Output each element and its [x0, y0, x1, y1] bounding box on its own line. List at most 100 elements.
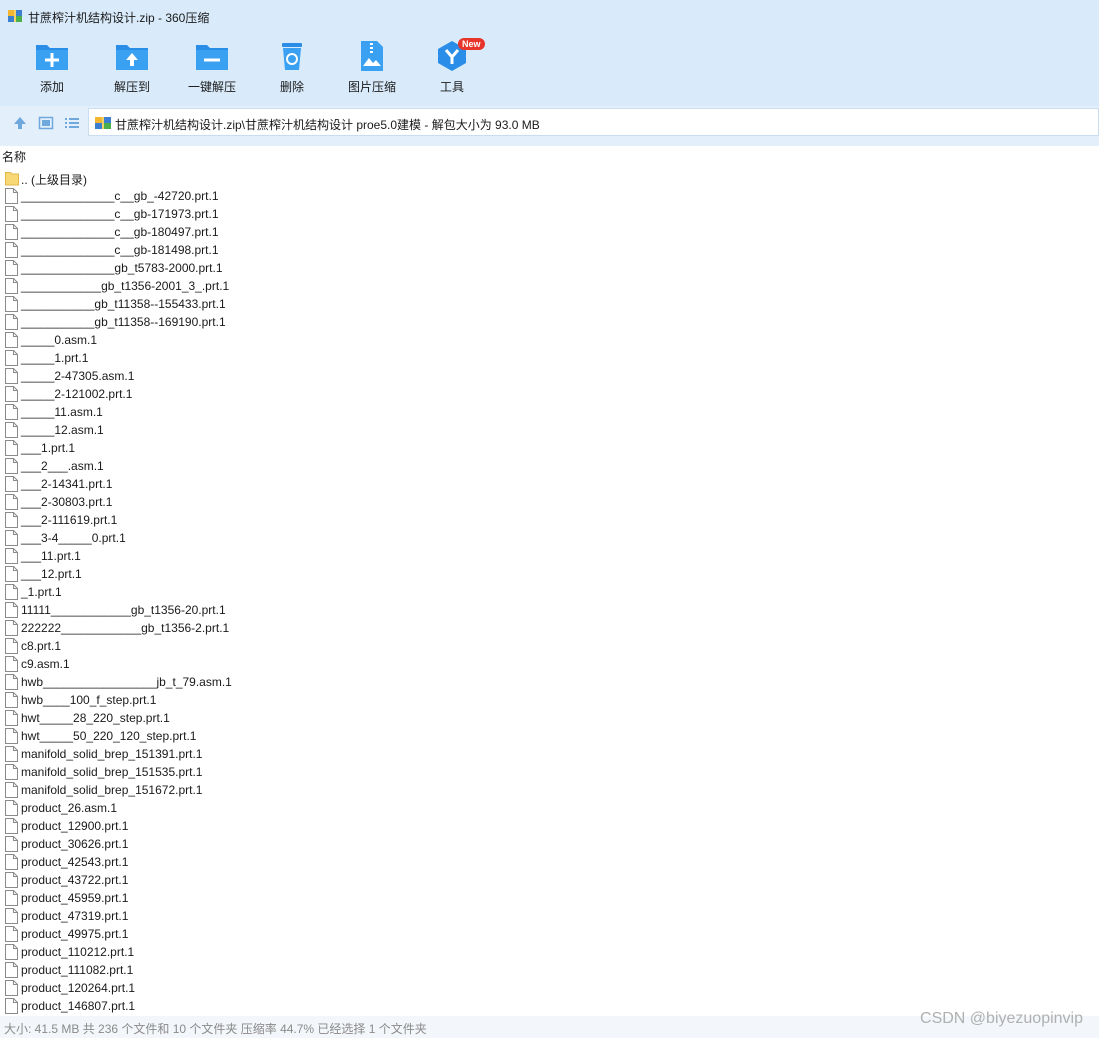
one-click-extract-button[interactable]: 一键解压 — [172, 40, 252, 102]
thumbnail-view-icon[interactable] — [38, 115, 54, 131]
file-row[interactable]: ______________c__gb_-42720.prt.1 — [0, 187, 1099, 205]
extract-to-button[interactable]: 解压到 — [92, 40, 172, 102]
file-row[interactable]: _____0.asm.1 — [0, 331, 1099, 349]
file-row[interactable]: product_110212.prt.1 — [0, 943, 1099, 961]
delete-button[interactable]: 删除 — [252, 40, 332, 102]
file-icon — [5, 566, 18, 582]
file-row[interactable]: ___2___.asm.1 — [0, 457, 1099, 475]
file-name: product_26.asm.1 — [21, 801, 118, 815]
file-icon — [5, 422, 18, 438]
file-row[interactable]: ___________gb_t11358--155433.prt.1 — [0, 295, 1099, 313]
file-row[interactable]: ___2-111619.prt.1 — [0, 511, 1099, 529]
file-name: ______________c__gb-171973.prt.1 — [21, 207, 219, 221]
file-row[interactable]: product_42543.prt.1 — [0, 853, 1099, 871]
column-header-label: 名称 — [2, 150, 27, 164]
file-row[interactable]: _____11.asm.1 — [0, 403, 1099, 421]
file-row[interactable]: product_120264.prt.1 — [0, 979, 1099, 997]
file-row[interactable]: product_111082.prt.1 — [0, 961, 1099, 979]
file-row[interactable]: hwt_____50_220_120_step.prt.1 — [0, 727, 1099, 745]
file-row[interactable]: ___3-4_____0.prt.1 — [0, 529, 1099, 547]
file-row[interactable]: hwt_____28_220_step.prt.1 — [0, 709, 1099, 727]
add-icon — [36, 45, 68, 70]
status-bar: 大小: 41.5 MB 共 236 个文件和 10 个文件夹 压缩率 44.7%… — [0, 1010, 1099, 1038]
file-name: hwt_____50_220_120_step.prt.1 — [21, 729, 197, 743]
file-row[interactable]: ___11.prt.1 — [0, 547, 1099, 565]
extract-to-icon — [116, 45, 148, 70]
file-name: product_12900.prt.1 — [21, 819, 129, 833]
file-row[interactable]: 11111____________gb_t1356-20.prt.1 — [0, 601, 1099, 619]
file-name: product_111082.prt.1 — [21, 963, 134, 977]
file-row[interactable]: _____2-47305.asm.1 — [0, 367, 1099, 385]
file-name: ___2-14341.prt.1 — [21, 477, 113, 491]
file-icon — [5, 494, 18, 510]
file-row[interactable]: product_47319.prt.1 — [0, 907, 1099, 925]
file-icon — [5, 512, 18, 528]
address-bar[interactable]: 甘蔗榨汁机结构设计.zip\甘蔗榨汁机结构设计 proe5.0建模 - 解包大小… — [88, 108, 1099, 136]
address-path: 甘蔗榨汁机结构设计.zip\甘蔗榨汁机结构设计 proe5.0建模 - 解包大小… — [115, 118, 540, 132]
file-icon — [5, 692, 18, 708]
file-row[interactable]: ______________c__gb-181498.prt.1 — [0, 241, 1099, 259]
file-row[interactable]: _____12.asm.1 — [0, 421, 1099, 439]
file-row[interactable]: manifold_solid_brep_151535.prt.1 — [0, 763, 1099, 781]
up-arrow-icon[interactable] — [12, 115, 28, 131]
file-name: ______________gb_t5783-2000.prt.1 — [21, 261, 223, 275]
file-icon — [5, 818, 18, 834]
file-row[interactable]: ____________gb_t1356-2001_3_.prt.1 — [0, 277, 1099, 295]
file-row[interactable]: c8.prt.1 — [0, 637, 1099, 655]
file-name: product_120264.prt.1 — [21, 981, 136, 995]
file-name: c9.asm.1 — [21, 657, 70, 671]
zip-archive-icon — [8, 10, 22, 22]
file-row[interactable]: ___1.prt.1 — [0, 439, 1099, 457]
file-icon — [5, 746, 18, 762]
file-row[interactable]: product_43722.prt.1 — [0, 871, 1099, 889]
file-row[interactable]: ______________gb_t5783-2000.prt.1 — [0, 259, 1099, 277]
file-icon — [5, 710, 18, 726]
file-row[interactable]: _____1.prt.1 — [0, 349, 1099, 367]
file-row[interactable]: ___2-30803.prt.1 — [0, 493, 1099, 511]
file-icon — [5, 962, 18, 978]
file-icon — [5, 332, 18, 348]
folder-icon — [5, 172, 19, 186]
file-row[interactable]: ______________c__gb-180497.prt.1 — [0, 223, 1099, 241]
column-header-name[interactable]: 名称 — [0, 146, 1099, 164]
file-icon — [5, 908, 18, 924]
file-name: product_47319.prt.1 — [21, 909, 129, 923]
file-row[interactable]: product_26.asm.1 — [0, 799, 1099, 817]
image-compress-button[interactable]: 图片压缩 — [332, 40, 412, 102]
file-icon — [5, 998, 18, 1014]
file-name: hwb_________________jb_t_79.asm.1 — [21, 675, 232, 689]
file-row[interactable]: ___12.prt.1 — [0, 565, 1099, 583]
image-compress-icon — [361, 41, 383, 71]
file-icon — [5, 224, 18, 240]
file-row[interactable]: ___2-14341.prt.1 — [0, 475, 1099, 493]
file-name: _____11.asm.1 — [21, 405, 103, 419]
file-row[interactable]: c9.asm.1 — [0, 655, 1099, 673]
file-icon — [5, 296, 18, 312]
add-button[interactable]: 添加 — [12, 40, 92, 102]
file-row[interactable]: manifold_solid_brep_151672.prt.1 — [0, 781, 1099, 799]
parent-folder-row[interactable]: .. (上级目录) — [0, 169, 1099, 187]
file-icon — [5, 548, 18, 564]
file-row[interactable]: hwb____100_f_step.prt.1 — [0, 691, 1099, 709]
file-row[interactable]: _____2-121002.prt.1 — [0, 385, 1099, 403]
file-row[interactable]: _1.prt.1 — [0, 583, 1099, 601]
one-click-extract-icon — [196, 45, 228, 70]
file-row[interactable]: product_12900.prt.1 — [0, 817, 1099, 835]
file-icon — [5, 782, 18, 798]
list-view-icon[interactable] — [64, 115, 80, 131]
file-icon — [5, 584, 18, 600]
title-bar: 甘蔗榨汁机结构设计.zip - 360压缩 — [0, 0, 1099, 34]
file-row[interactable]: product_45959.prt.1 — [0, 889, 1099, 907]
file-row[interactable]: ______________c__gb-171973.prt.1 — [0, 205, 1099, 223]
file-row[interactable]: product_30626.prt.1 — [0, 835, 1099, 853]
image-compress-label: 图片压缩 — [347, 80, 396, 94]
tools-button[interactable]: New 工具 — [412, 38, 492, 102]
file-icon — [5, 800, 18, 816]
file-row[interactable]: manifold_solid_brep_151391.prt.1 — [0, 745, 1099, 763]
file-row[interactable]: hwb_________________jb_t_79.asm.1 — [0, 673, 1099, 691]
file-row[interactable]: 222222____________gb_t1356-2.prt.1 — [0, 619, 1099, 637]
file-row[interactable]: product_49975.prt.1 — [0, 925, 1099, 943]
file-icon — [5, 674, 18, 690]
file-icon — [5, 926, 18, 942]
file-row[interactable]: ___________gb_t11358--169190.prt.1 — [0, 313, 1099, 331]
